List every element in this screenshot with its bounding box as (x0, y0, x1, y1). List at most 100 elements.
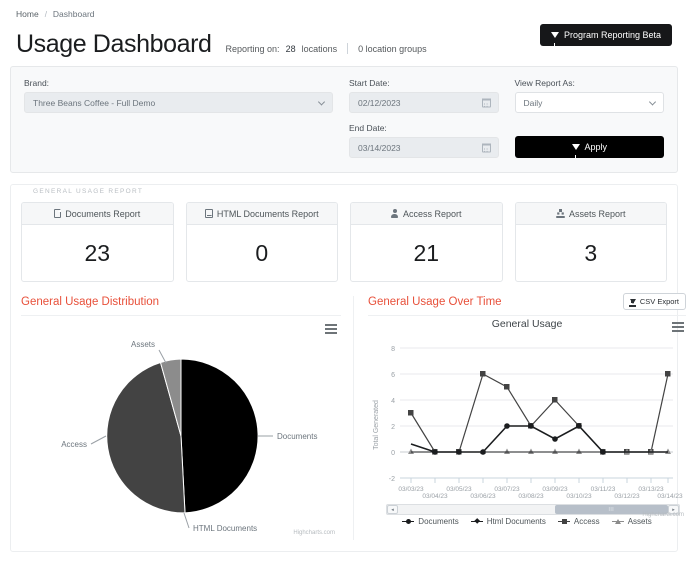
view-report-group: View Report As: Daily Apply (514, 78, 665, 159)
csv-export-button[interactable]: CSV Export (622, 293, 686, 311)
svg-text:03/04/23: 03/04/23 (422, 493, 448, 498)
breadcrumb-home[interactable]: Home (16, 9, 39, 19)
legend-item-assets[interactable]: Assets (611, 517, 652, 526)
highcharts-credit: Highcharts.com (293, 530, 335, 537)
brand-label: Brand: (24, 78, 50, 89)
view-report-select[interactable]: Daily (514, 92, 665, 114)
stat-card-assets[interactable]: Assets Report 3 (514, 202, 667, 283)
view-report-label: View Report As: (514, 78, 575, 89)
legend-item-documents[interactable]: Documents (402, 517, 459, 526)
pie-label-html-documents: HTML Documents (193, 524, 257, 533)
pie-label-documents: Documents (277, 432, 317, 441)
legend-label: Html Documents (486, 517, 546, 527)
general-usage-report-section: GENERAL USAGE REPORT Documents Report 23… (10, 184, 686, 553)
svg-text:03/06/23: 03/06/23 (470, 493, 496, 498)
reporting-on-summary: Reporting on: 28 locations 0 location gr… (226, 41, 427, 54)
svg-text:0: 0 (391, 450, 395, 457)
pie-chart[interactable]: Documents Access Assets HTML Documents H… (21, 316, 341, 540)
svg-text:03/08/23: 03/08/23 (518, 493, 544, 498)
chart-menu-icon[interactable] (325, 324, 337, 336)
stat-card-title: Documents Report (65, 208, 141, 219)
apply-button[interactable]: Apply (514, 136, 665, 159)
svg-text:03/07/23: 03/07/23 (494, 486, 520, 493)
stat-cards: Documents Report 23 HTML Documents Repor… (21, 202, 667, 283)
location-groups-count: 0 location groups (358, 44, 427, 54)
start-date-value: 02/12/2023 (357, 97, 401, 108)
legend-marker-circle-icon (402, 518, 415, 526)
y-axis-label: Total Generated (373, 400, 380, 450)
svg-text:4: 4 (391, 398, 395, 405)
svg-text:8: 8 (391, 346, 395, 353)
page-title: Usage Dashboard (16, 30, 212, 58)
view-report-value: Daily (523, 97, 543, 108)
breadcrumb-separator: / (44, 9, 47, 19)
stat-card-header: Documents Report (22, 203, 173, 226)
over-time-title-wrap: General Usage Over Time CSV Export (368, 293, 686, 317)
stat-card-access[interactable]: Access Report 21 (350, 202, 503, 283)
svg-text:03/13/23: 03/13/23 (638, 486, 664, 493)
program-reporting-beta-button[interactable]: Program Reporting Beta (539, 24, 672, 46)
legend-item-access[interactable]: Access (557, 517, 600, 527)
stat-card-title: Access Report (402, 208, 462, 219)
stat-card-value: 3 (584, 239, 598, 266)
svg-text:6: 6 (391, 372, 395, 379)
stat-card-title: Assets Report (568, 208, 626, 219)
svg-text:03/14/23: 03/14/23 (657, 493, 683, 498)
breadcrumb: Home / Dashboard (0, 0, 688, 19)
scrollbar-track[interactable]: III (398, 505, 668, 515)
brand-field-group: Brand: Three Beans Coffee - Full Demo (24, 78, 333, 158)
filter-icon (550, 32, 559, 46)
distribution-title-wrap: General Usage Distribution (21, 296, 341, 317)
legend-label: Access (573, 517, 600, 527)
document-icon (54, 209, 62, 219)
stat-card-value: 23 (84, 239, 111, 266)
person-icon (391, 209, 399, 219)
stat-card-value: 21 (413, 239, 440, 266)
scrollbar-left-button[interactable]: ◂ (387, 505, 398, 515)
date-field-group: Start Date: 02/12/2023 End Date: 03/14/2… (348, 78, 499, 159)
chart-menu-icon[interactable] (672, 322, 684, 334)
stat-card-header: Access Report (351, 203, 502, 226)
legend-marker-square-icon (557, 518, 570, 526)
stat-card-documents[interactable]: Documents Report 23 (21, 202, 174, 283)
line-chart-svg: 8 6 4 2 0 -2 Total Generated 03/03/23 03… (373, 346, 683, 498)
distribution-chart-panel: General Usage Distribution Documents Acc… (21, 296, 354, 541)
stat-card-html-documents[interactable]: HTML Documents Report 0 (185, 202, 338, 283)
svg-text:03/09/23: 03/09/23 (542, 486, 568, 493)
distribution-heading: General Usage Distribution (21, 296, 160, 309)
stat-card-value: 0 (255, 239, 269, 266)
over-time-chart-panel: General Usage Over Time CSV Export Gener… (354, 293, 686, 540)
locations-label: locations (301, 44, 338, 54)
stat-card-header: HTML Documents Report (186, 203, 337, 226)
brand-select-value: Three Beans Coffee - Full Demo (33, 97, 156, 108)
calendar-icon[interactable] (481, 143, 491, 153)
reporting-on-label: Reporting on: (225, 44, 280, 54)
highcharts-credit: Highcharts.com (642, 512, 684, 519)
legend-marker-triangle-icon (611, 518, 624, 526)
legend-item-html-documents[interactable]: Html Documents (470, 517, 546, 527)
svg-text:03/05/23: 03/05/23 (446, 486, 472, 493)
program-reporting-beta-label: Program Reporting Beta (563, 30, 661, 40)
svg-text:2: 2 (391, 424, 395, 431)
charts-area: General Usage Distribution Documents Acc… (21, 293, 686, 541)
stat-card-title: HTML Documents Report (216, 208, 319, 219)
filter-icon (571, 144, 580, 159)
start-date-label: Start Date: (348, 78, 390, 89)
calendar-icon[interactable] (481, 98, 491, 108)
brand-select[interactable]: Three Beans Coffee - Full Demo (24, 92, 333, 114)
html-document-icon (204, 209, 213, 219)
chevron-down-icon (648, 98, 657, 106)
chart-legend: Documents Html Documents Access Assets (368, 517, 686, 526)
section-legend: GENERAL USAGE REPORT (27, 188, 150, 196)
csv-export-label: CSV Export (639, 297, 679, 307)
line-chart[interactable]: General Usage 8 6 4 2 0 -2 Total Generat… (368, 318, 686, 526)
series-access (410, 373, 669, 453)
end-date-label: End Date: (348, 123, 387, 134)
end-date-input[interactable]: 03/14/2023 (348, 137, 499, 159)
pie-label-access: Access (61, 440, 87, 449)
svg-text:03/11/23: 03/11/23 (591, 486, 616, 493)
start-date-input[interactable]: 02/12/2023 (348, 92, 499, 114)
apply-label: Apply (584, 142, 608, 153)
chart-scrollbar[interactable]: ◂ III ▸ (386, 504, 680, 516)
